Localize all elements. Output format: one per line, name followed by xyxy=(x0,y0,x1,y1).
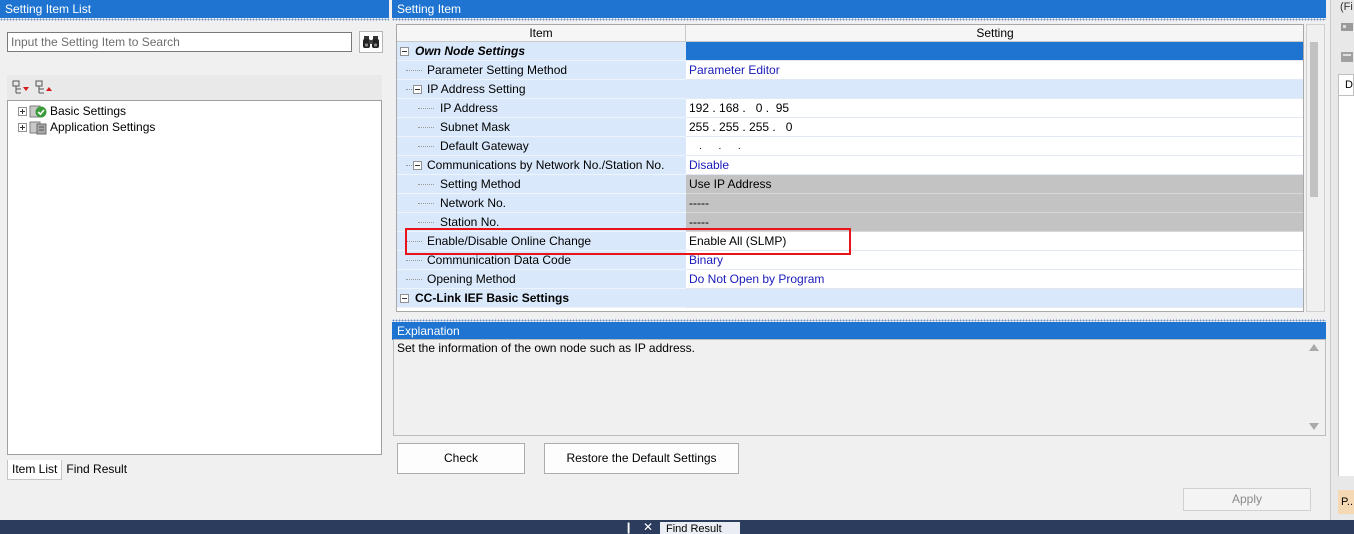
tree-toolbar xyxy=(7,75,382,100)
expand-all-icon[interactable] xyxy=(12,79,30,97)
tree-branch-line xyxy=(418,127,434,128)
setting-grid: Item Setting Own Node Settings Parameter… xyxy=(396,24,1304,312)
binoculars-icon xyxy=(363,36,379,48)
grid-setting-value[interactable]: Parameter Editor xyxy=(686,61,1303,80)
grid-setting-value: Use IP Address xyxy=(686,175,1303,194)
grid-scrollbar-thumb[interactable] xyxy=(1310,42,1318,197)
setting-item-title: Setting Item xyxy=(392,0,1326,18)
default-gateway-field[interactable]: . . . xyxy=(686,137,1303,156)
tree-branch-line xyxy=(418,184,434,185)
column-header-setting[interactable]: Setting xyxy=(686,25,1303,42)
setting-tree[interactable]: Basic Settings Application Settings xyxy=(7,100,382,455)
search-button[interactable] xyxy=(359,31,383,53)
tree-branch-line xyxy=(406,89,412,90)
explanation-panel-header: Explanation xyxy=(392,319,1326,340)
grid-row-communications-by-network[interactable]: Communications by Network No./Station No… xyxy=(397,156,1303,175)
grid-item-label: Own Node Settings xyxy=(415,44,526,58)
expand-toggle[interactable] xyxy=(18,106,27,116)
restore-default-settings-button[interactable]: Restore the Default Settings xyxy=(544,443,739,474)
tree-branch-line xyxy=(418,203,434,204)
grid-item-label: Subnet Mask xyxy=(440,120,511,134)
explanation-title: Explanation xyxy=(392,322,1326,340)
tab-item-list[interactable]: Item List xyxy=(7,460,63,480)
collapse-toggle[interactable] xyxy=(413,161,422,170)
tree-branch-line xyxy=(418,146,434,147)
grid-row-cc-link-ief-basic-settings[interactable]: CC-Link IEF Basic Settings xyxy=(397,289,1303,308)
tool-icon[interactable] xyxy=(1340,50,1354,64)
setting-item-list-title: Setting Item List xyxy=(0,0,389,18)
grid-item-label: Default Gateway xyxy=(440,139,529,153)
tree-branch-line xyxy=(406,165,412,166)
right-panel-content xyxy=(1338,96,1354,476)
subnet-mask-field[interactable]: 255 . 255 . 255 . 0 xyxy=(686,118,1303,137)
setting-item-panel-header: Setting Item xyxy=(392,0,1326,21)
apply-button[interactable]: Apply xyxy=(1183,488,1311,511)
scroll-down-icon[interactable] xyxy=(1309,423,1319,430)
collapse-toggle[interactable] xyxy=(400,294,409,303)
tree-item-application-settings[interactable]: Application Settings xyxy=(18,119,155,135)
collapse-all-icon[interactable] xyxy=(35,79,53,97)
tree-branch-line xyxy=(406,70,422,71)
right-panel-tab[interactable]: D xyxy=(1338,74,1354,96)
grid-item-label: Parameter Setting Method xyxy=(427,63,568,77)
grid-row-opening-method[interactable]: Opening Method Do Not Open by Program xyxy=(397,270,1303,289)
grid-row-parameter-setting-method[interactable]: Parameter Setting Method Parameter Edito… xyxy=(397,61,1303,80)
tree-item-label: Application Settings xyxy=(50,120,156,134)
expand-toggle[interactable] xyxy=(18,122,27,132)
tool-icon-svg xyxy=(1341,52,1353,62)
tree-branch-line xyxy=(418,222,434,223)
column-header-item[interactable]: Item xyxy=(397,25,686,42)
tab-find-result[interactable]: Find Result xyxy=(62,460,131,480)
checked-settings-icon xyxy=(29,105,47,118)
grid-setting-value: ----- xyxy=(686,194,1303,213)
expand-all-icon-svg xyxy=(12,80,29,94)
bottom-find-result-tab[interactable]: Find Result xyxy=(660,522,740,534)
highlight-box xyxy=(405,228,851,255)
grid-item-label: Setting Method xyxy=(440,177,521,191)
grid-setting-value[interactable] xyxy=(686,42,1303,61)
grid-item-label: CC-Link IEF Basic Settings xyxy=(415,291,570,305)
tool-icon[interactable] xyxy=(1340,20,1354,34)
explanation-text: Set the information of the own node such… xyxy=(397,341,695,355)
collapse-toggle[interactable] xyxy=(400,47,409,56)
grid-setting-value xyxy=(686,289,1303,308)
close-icon[interactable]: ✕ xyxy=(643,520,653,534)
grid-setting-value[interactable]: Disable xyxy=(686,156,1303,175)
grid-row-ip-address[interactable]: IP Address 192 . 168 . 0 . 95 xyxy=(397,99,1303,118)
grid-row-network-no[interactable]: Network No. ----- xyxy=(397,194,1303,213)
pin-icon[interactable]: ❙ xyxy=(624,521,633,534)
tool-icon-svg xyxy=(1341,23,1353,31)
grid-row-subnet-mask[interactable]: Subnet Mask 255 . 255 . 255 . 0 xyxy=(397,118,1303,137)
scroll-up-icon[interactable] xyxy=(1309,344,1319,351)
collapse-toggle[interactable] xyxy=(413,85,422,94)
grid-row-default-gateway[interactable]: Default Gateway . . . xyxy=(397,137,1303,156)
tree-branch-line xyxy=(418,108,434,109)
grid-item-label: Network No. xyxy=(440,196,507,210)
right-panel-bottom-tab[interactable]: P... xyxy=(1338,490,1354,514)
grid-row-own-node-settings[interactable]: Own Node Settings xyxy=(397,42,1303,61)
right-panel-title: (Fi xyxy=(1340,1,1353,13)
grid-item-label: Communications by Network No./Station No… xyxy=(427,158,665,172)
search-input[interactable] xyxy=(7,32,352,52)
title-separator xyxy=(0,18,389,21)
collapse-all-icon-svg xyxy=(35,80,52,94)
grid-setting-value xyxy=(686,80,1303,99)
check-button[interactable]: Check xyxy=(397,443,525,474)
tree-item-basic-settings[interactable]: Basic Settings xyxy=(18,103,126,119)
left-panel-tabs: Item List Find Result xyxy=(7,460,131,480)
grid-row-ip-address-setting[interactable]: IP Address Setting xyxy=(397,80,1303,99)
tree-branch-line xyxy=(406,279,422,280)
tree-branch-line xyxy=(406,260,422,261)
grid-setting-value[interactable]: Do Not Open by Program xyxy=(686,270,1303,289)
grid-row-setting-method[interactable]: Setting Method Use IP Address xyxy=(397,175,1303,194)
grid-item-label: Opening Method xyxy=(427,272,516,286)
ip-address-field[interactable]: 192 . 168 . 0 . 95 xyxy=(686,99,1303,118)
tree-item-label: Basic Settings xyxy=(50,104,127,118)
settings-folder-icon xyxy=(29,121,47,135)
title-separator xyxy=(392,18,1326,21)
grid-item-label: IP Address xyxy=(440,101,498,115)
grid-item-label: IP Address Setting xyxy=(427,82,526,96)
